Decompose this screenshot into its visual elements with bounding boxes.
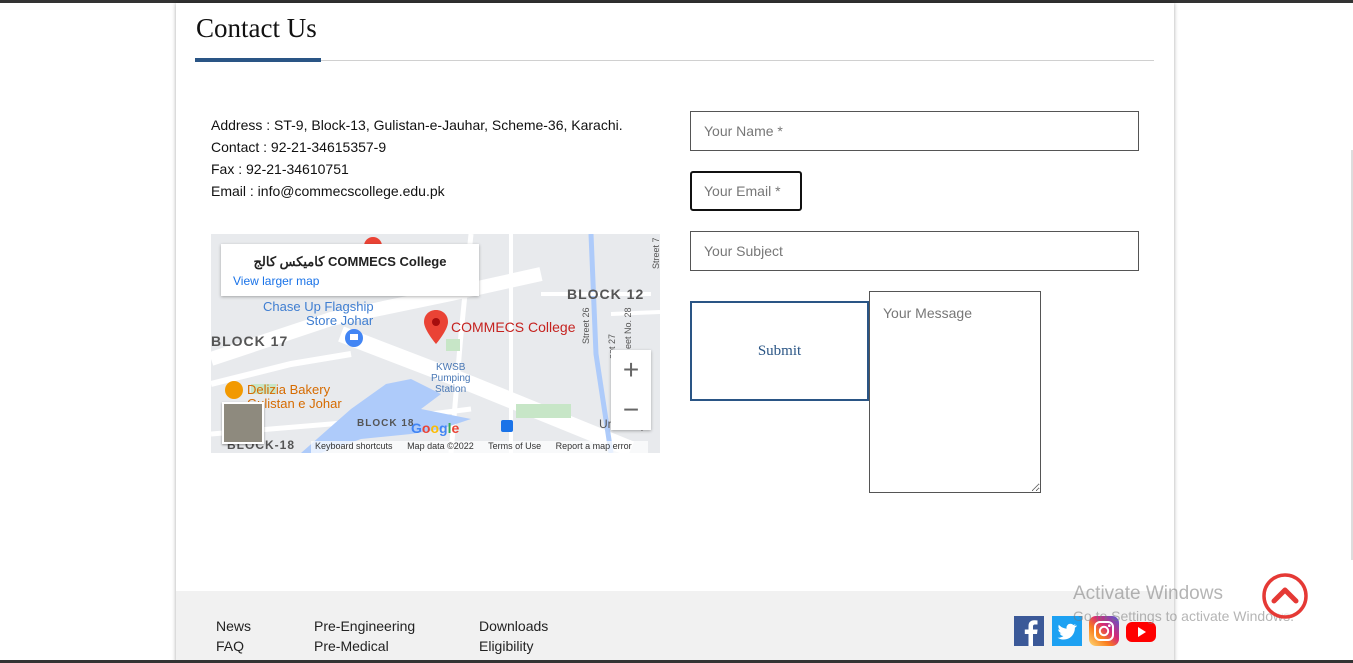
site-footer: News FAQ Pre-Engineering Pre-Medical Dow… <box>176 591 1174 663</box>
zoom-in-button[interactable]: + <box>611 350 651 390</box>
map-label-block12: BLOCK 12 <box>567 286 645 302</box>
page-title: Contact Us <box>196 13 317 43</box>
scroll-to-top-button[interactable] <box>1261 572 1309 620</box>
map-label-block18: BLOCK 18 <box>357 418 415 429</box>
submit-button[interactable]: Submit <box>690 301 869 401</box>
map-label-street28: eet No. 28 <box>623 307 633 349</box>
footer-link-pre-medical[interactable]: Pre-Medical <box>314 638 389 654</box>
terms-link[interactable]: Terms of Use <box>488 441 541 451</box>
map-place-card: کامیکس کالج COMMECS College View larger … <box>221 244 479 296</box>
footer-link-faq[interactable]: FAQ <box>216 638 244 654</box>
footer-link-downloads[interactable]: Downloads <box>479 618 548 634</box>
map-label-station: Station <box>435 384 467 395</box>
map-label-chase-up: Chase Up Flagship <box>263 299 374 314</box>
activate-windows-title: Activate Windows <box>1073 583 1223 604</box>
footer-link-pre-engineering[interactable]: Pre-Engineering <box>314 618 415 634</box>
view-larger-map-link[interactable]: View larger map <box>233 274 319 288</box>
footer-link-news[interactable]: News <box>216 618 251 634</box>
embedded-map[interactable]: BLOCK 12 BLOCK 17 BLOCK 18 BLOCK-18 Chas… <box>211 234 660 453</box>
subject-input[interactable] <box>690 231 1139 271</box>
title-divider <box>195 60 1154 61</box>
map-label-delizia: Delizia Bakery <box>247 382 331 397</box>
satellite-toggle[interactable] <box>222 402 264 444</box>
address-line: Address : ST-9, Block-13, Gulistan-e-Jau… <box>211 117 623 133</box>
facebook-icon[interactable] <box>1014 616 1044 646</box>
map-place-name: کامیکس کالج COMMECS College <box>253 254 447 269</box>
email-line: Email : info@commecscollege.edu.pk <box>211 183 445 199</box>
map-attribution: Keyboard shortcuts Map data ©2022 Terms … <box>311 441 648 453</box>
contact-line: Contact : 92-21-34615357-9 <box>211 139 387 155</box>
keyboard-shortcuts-link[interactable]: Keyboard shortcuts <box>315 441 393 451</box>
message-textarea[interactable] <box>869 291 1041 493</box>
name-input[interactable] <box>690 111 1139 151</box>
page-container: Contact Us Address : ST-9, Block-13, Gul… <box>176 3 1174 663</box>
fax-line: Fax : 92-21-34610751 <box>211 161 349 177</box>
map-zoom-controls: + − <box>611 350 651 430</box>
map-label-pumping: Pumping <box>431 373 471 384</box>
map-label-kwsb: KWSB <box>436 362 466 373</box>
map-label-block17: BLOCK 17 <box>211 333 289 349</box>
zoom-out-button[interactable]: − <box>611 390 651 430</box>
title-accent-bar <box>195 58 321 62</box>
map-data-text: Map data ©2022 <box>407 441 474 451</box>
contact-details: Address : ST-9, Block-13, Gulistan-e-Jau… <box>211 114 623 202</box>
map-pin-label: COMMECS College <box>451 319 576 335</box>
map-label-street26: Street 26 <box>581 307 591 344</box>
map-label-store-johar: Store Johar <box>306 313 374 328</box>
footer-link-eligibility[interactable]: Eligibility <box>479 638 533 654</box>
google-logo: Google <box>411 420 460 436</box>
report-error-link[interactable]: Report a map error <box>556 441 632 451</box>
map-label-street7: Street 7 <box>651 237 660 269</box>
email-input[interactable] <box>690 171 802 211</box>
